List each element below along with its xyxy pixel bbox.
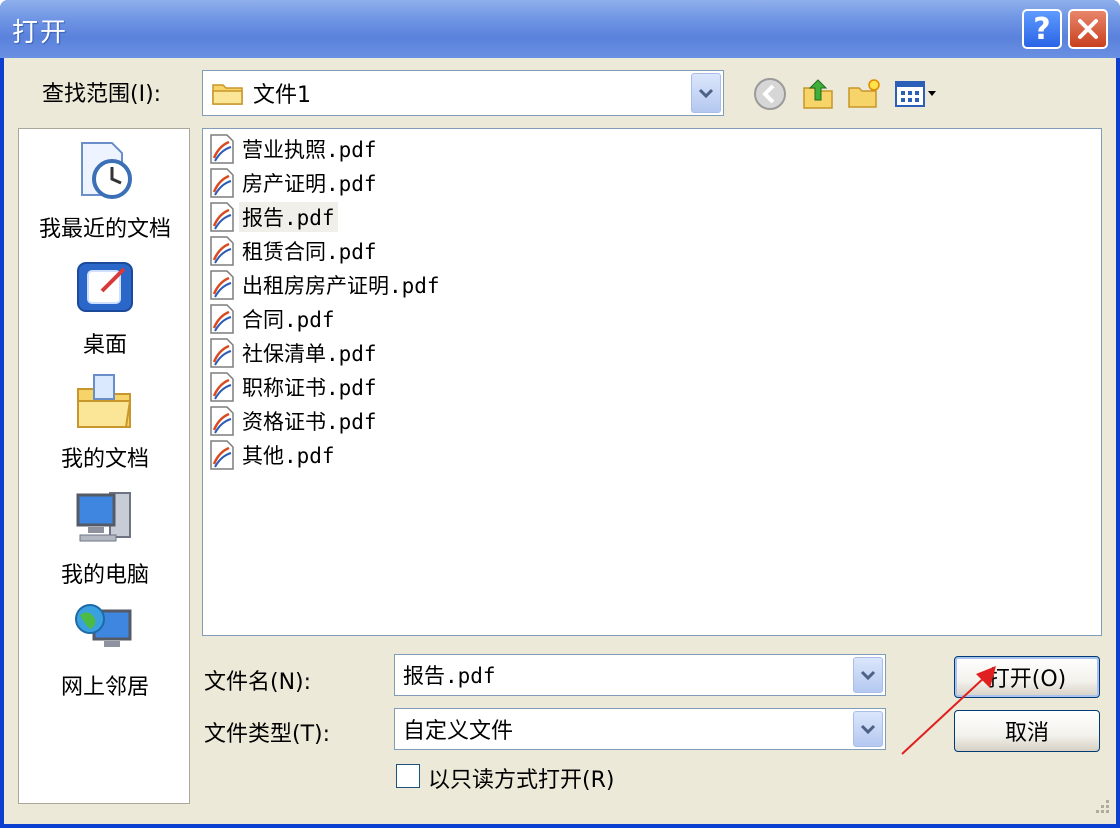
- file-list[interactable]: 营业执照.pdf 房产证明.pdf 报告.pdf 租赁合同.pdf 出租房房产证明.pd…: [202, 128, 1102, 636]
- open-dialog: 打开 ? 查找范围(I): 文件1 我最近的文档 桌面 我的文档 我的电脑 网上…: [0, 0, 1120, 828]
- back-icon[interactable]: [752, 76, 788, 112]
- chevron-down-icon: [860, 670, 876, 681]
- pdf-file-icon: [210, 406, 234, 436]
- file-item[interactable]: 资格证书.pdf: [209, 405, 380, 437]
- file-item[interactable]: 报告.pdf: [209, 201, 338, 233]
- places-bar: 我最近的文档 桌面 我的文档 我的电脑 网上邻居: [18, 128, 190, 804]
- cancel-button[interactable]: 取消: [954, 710, 1100, 752]
- filename-input[interactable]: 报告.pdf: [395, 660, 496, 690]
- place-label: 我的文档: [60, 447, 149, 472]
- pdf-file-icon: [210, 440, 234, 470]
- filetype-label: 文件类型(T):: [204, 722, 331, 747]
- file-name: 其他.pdf: [242, 444, 335, 468]
- open-button[interactable]: 打开(O): [954, 656, 1100, 698]
- file-name: 出租房房产证明.pdf: [242, 274, 440, 298]
- chevron-down-icon: [860, 724, 876, 735]
- close-icon: [1078, 19, 1098, 39]
- readonly-checkbox[interactable]: [396, 764, 420, 788]
- file-name: 营业执照.pdf: [242, 138, 377, 162]
- my-documents-icon: [77, 374, 132, 428]
- open-button-label: 打开(O): [987, 667, 1067, 692]
- view-menu-icon[interactable]: [894, 76, 940, 112]
- place-recent-documents[interactable]: 我最近的文档: [19, 139, 191, 243]
- file-item[interactable]: 其他.pdf: [209, 439, 338, 471]
- filetype-dropdown-button[interactable]: [853, 711, 883, 747]
- lookin-combobox[interactable]: 文件1: [202, 70, 724, 116]
- filetype-value: 自定义文件: [403, 719, 514, 744]
- title-bar[interactable]: 打开 ?: [0, 0, 1120, 58]
- place-my-documents[interactable]: 我的文档: [19, 369, 191, 473]
- pdf-file-icon: [210, 372, 234, 402]
- place-label: 网上邻居: [60, 675, 149, 700]
- place-label: 我的电脑: [60, 563, 149, 588]
- place-label: 我最近的文档: [38, 217, 171, 242]
- pdf-file-icon: [210, 202, 234, 232]
- help-icon: ?: [1033, 11, 1051, 47]
- file-name: 房产证明.pdf: [242, 172, 377, 196]
- my-computer-icon: [76, 492, 131, 542]
- close-button[interactable]: [1068, 9, 1108, 49]
- pdf-file-icon: [210, 304, 234, 334]
- pdf-file-icon: [210, 134, 234, 164]
- pdf-file-icon: [210, 338, 234, 368]
- file-item[interactable]: 出租房房产证明.pdf: [209, 269, 443, 301]
- help-button[interactable]: ?: [1022, 9, 1062, 49]
- file-item[interactable]: 职称证书.pdf: [209, 371, 380, 403]
- file-name: 职称证书.pdf: [242, 376, 377, 400]
- recent-documents-icon: [81, 142, 132, 199]
- file-item[interactable]: 房产证明.pdf: [209, 167, 380, 199]
- filetype-combobox[interactable]: 自定义文件: [394, 708, 886, 750]
- place-desktop[interactable]: 桌面: [19, 255, 191, 359]
- file-item[interactable]: 营业执照.pdf: [209, 133, 380, 165]
- place-label: 桌面: [82, 333, 127, 358]
- place-network[interactable]: 网上邻居: [19, 597, 191, 701]
- lookin-dropdown-button[interactable]: [691, 73, 721, 113]
- folder-icon: [212, 84, 243, 105]
- file-item[interactable]: 社保清单.pdf: [209, 337, 380, 369]
- cancel-button-label: 取消: [1004, 721, 1049, 746]
- filename-dropdown-button[interactable]: [853, 657, 883, 693]
- file-name: 报告.pdf: [239, 202, 338, 232]
- filename-label: 文件名(N):: [204, 670, 312, 695]
- file-item[interactable]: 租赁合同.pdf: [209, 235, 380, 267]
- file-name: 资格证书.pdf: [242, 410, 377, 434]
- pdf-file-icon: [210, 270, 234, 300]
- new-folder-icon[interactable]: [846, 76, 882, 112]
- network-places-icon: [75, 604, 132, 647]
- pdf-file-icon: [210, 168, 234, 198]
- lookin-value: 文件1: [253, 83, 311, 108]
- pdf-file-icon: [210, 236, 234, 266]
- desktop-icon: [77, 262, 133, 312]
- file-item[interactable]: 合同.pdf: [209, 303, 338, 335]
- window-title: 打开: [12, 18, 69, 48]
- resize-grip-icon[interactable]: [1090, 796, 1112, 818]
- readonly-label[interactable]: 以只读方式打开(R): [428, 762, 614, 794]
- up-folder-icon[interactable]: [800, 76, 836, 112]
- filename-combobox[interactable]: 报告.pdf: [394, 654, 886, 696]
- lookin-label: 查找范围(I):: [42, 82, 162, 107]
- place-my-computer[interactable]: 我的电脑: [19, 485, 191, 589]
- file-name: 合同.pdf: [242, 308, 335, 332]
- dialog-body: 查找范围(I): 文件1 我最近的文档 桌面 我的文档 我的电脑 网上邻居 营业…: [4, 58, 1116, 824]
- file-name: 租赁合同.pdf: [242, 240, 377, 264]
- file-name: 社保清单.pdf: [242, 342, 377, 366]
- chevron-down-icon: [698, 88, 714, 99]
